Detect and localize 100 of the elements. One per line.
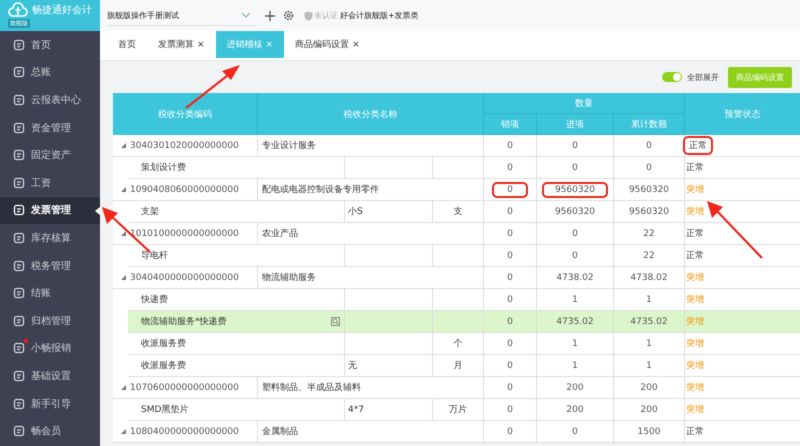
sidebar-item[interactable]: 总账 <box>0 58 100 86</box>
collapse-triangle-icon[interactable] <box>121 187 126 192</box>
status-text: 突增 <box>686 206 704 218</box>
company-select[interactable]: 旗舰版操作手册测试 <box>107 6 257 26</box>
table-cell-text: 物流辅助服务*快递费 <box>141 316 226 328</box>
table-row[interactable]: 1010100000000000000 农业产品 0 0 22 正常 <box>113 223 800 245</box>
sidebar-item[interactable]: 工资 <box>0 168 100 197</box>
table-cell: 200 <box>566 404 584 414</box>
table-row[interactable]: 3040400000000000000 物流辅助服务 0 4738.02 4738.02 突增 <box>113 267 800 289</box>
plus-icon[interactable] <box>265 10 275 20</box>
shield-icon <box>304 10 313 20</box>
table-row[interactable]: 3040301020000000000 专业设计服务 0 0 0 正常 <box>113 135 800 157</box>
collapse-triangle-icon[interactable] <box>121 385 126 390</box>
table-cell-text: 万片 <box>449 404 467 416</box>
close-tab-icon[interactable]: × <box>197 40 205 50</box>
collapse-triangle-icon[interactable] <box>121 231 126 236</box>
table-cell: 0 <box>507 316 513 326</box>
table-cell: 200 <box>640 382 658 392</box>
table-cell-text: 导电杆 <box>141 250 168 262</box>
annotation-arrow <box>707 201 763 259</box>
brand-name: 畅捷通好会计 <box>31 4 93 17</box>
table-cell: 0 <box>507 162 513 172</box>
status-text: 正常 <box>686 426 704 438</box>
sidebar-item[interactable]: 首页 <box>0 31 100 59</box>
tab[interactable]: 首页 <box>107 31 147 58</box>
table-cell-text: 快递费 <box>141 294 168 306</box>
table-cell: 1 <box>572 338 578 348</box>
sidebar-item[interactable]: 归档管理 <box>0 306 100 335</box>
settings-icon[interactable] <box>283 10 294 21</box>
table-cell: 1 <box>572 360 578 370</box>
collapse-triangle-icon[interactable] <box>121 429 126 434</box>
table-cell: 1 <box>646 338 652 348</box>
status-text: 正常 <box>686 162 704 174</box>
table-cell: 1070600000000000000 <box>130 382 239 392</box>
table-cell-text: 月 <box>454 360 462 372</box>
table-cell-text: 收派服务费 <box>141 360 186 372</box>
table-cell-text: 配电或电器控制设备专用零件 <box>262 184 379 196</box>
status-text: 突增 <box>686 404 704 416</box>
status-text: 正常 <box>686 250 704 262</box>
table-cell: 1 <box>572 294 578 304</box>
close-tab-icon[interactable]: × <box>352 40 360 50</box>
menu-item-icon <box>13 287 25 300</box>
sidebar-item[interactable]: 库存核算 <box>0 224 100 252</box>
table-cell-text: 收派服务费 <box>141 338 186 350</box>
menu-item-icon <box>13 314 25 327</box>
table-cell: 0 <box>507 338 513 348</box>
chevron-down-icon <box>241 12 251 18</box>
table-row[interactable]: 1070600000000000000 塑料制品、半成品及辅料 0 200 200 突增 <box>113 377 800 399</box>
status-text: 突增 <box>686 184 704 196</box>
search-icon[interactable] <box>331 317 340 326</box>
table-cell: 塑料制品、半成品及辅料 <box>262 381 361 394</box>
toggle-label: 全部展开 <box>687 72 719 82</box>
table-cell: 0 <box>495 184 525 194</box>
table-cell: 4738.02 <box>556 272 594 282</box>
menu-item-icon <box>13 122 25 134</box>
sidebar-item[interactable]: 基础设置 <box>0 362 100 390</box>
table-cell: 0 <box>507 360 513 370</box>
table-cell: 9560320 <box>628 206 670 216</box>
table-cell: 22 <box>643 250 655 260</box>
sidebar-item[interactable]: 固定资产 <box>0 141 100 169</box>
status-text: 突增 <box>686 316 704 328</box>
menu-item-icon <box>13 425 25 438</box>
sidebar-item[interactable]: 税务管理 <box>0 252 100 280</box>
table-row[interactable]: 物流辅助服务*快递费 0 4735.02 4735.02 突增 <box>113 311 800 333</box>
table-cell-text: 支架 <box>141 206 159 218</box>
table-cell: 1 <box>646 294 652 304</box>
table-cell: 1500 <box>638 426 660 436</box>
table-row[interactable]: 1090408060000000000 配电或电器控制设备专用零件 0 9560320 9560320 突增 <box>113 179 800 201</box>
table-row[interactable]: 1080400000000000000 金属制品 0 0 1500 正常 <box>113 421 800 443</box>
table-cell: 1010100000000000000 <box>130 228 239 238</box>
menu-item-icon <box>13 149 25 162</box>
table-cell-text: 小S <box>348 206 363 218</box>
sidebar-item[interactable]: 云报表中心 <box>0 86 100 114</box>
column-header: 预警状态 <box>724 108 762 122</box>
table-cell: 200 <box>566 382 584 392</box>
sidebar-item[interactable]: 畅会员 <box>0 417 100 445</box>
collapse-triangle-icon[interactable] <box>121 275 126 280</box>
table-cell-text: 专业设计服务 <box>262 140 316 152</box>
table-cell: 0 <box>507 426 513 436</box>
sidebar-item[interactable]: 资金管理 <box>0 114 100 142</box>
sidebar-item[interactable]: 发票管理 <box>0 196 100 224</box>
expand-all-toggle[interactable] <box>662 72 682 82</box>
table-cell: 0 <box>572 162 578 172</box>
menu-item-icon <box>13 66 25 78</box>
collapse-triangle-icon[interactable] <box>121 143 126 148</box>
tab[interactable]: 发票测算 × <box>147 31 216 58</box>
table-cell: 0 <box>572 426 578 436</box>
table-cell: 200 <box>640 404 658 414</box>
status-text: 正常 <box>686 139 710 152</box>
tab[interactable]: 商品编码设置 × <box>284 31 371 58</box>
status-text: 突增 <box>686 338 704 350</box>
table-cell-text: 策划设计费 <box>141 162 186 174</box>
sidebar-item[interactable]: 小畅报销 <box>0 334 100 362</box>
menu-item-icon <box>13 232 25 244</box>
table-cell: 0 <box>507 294 513 304</box>
sidebar-item[interactable]: 结账 <box>0 279 100 307</box>
menu-item-icon <box>13 38 25 51</box>
sidebar-item[interactable]: 新手引导 <box>0 390 100 418</box>
table-cell-text: 金属制品 <box>262 426 298 438</box>
status-text: 正常 <box>686 228 704 240</box>
